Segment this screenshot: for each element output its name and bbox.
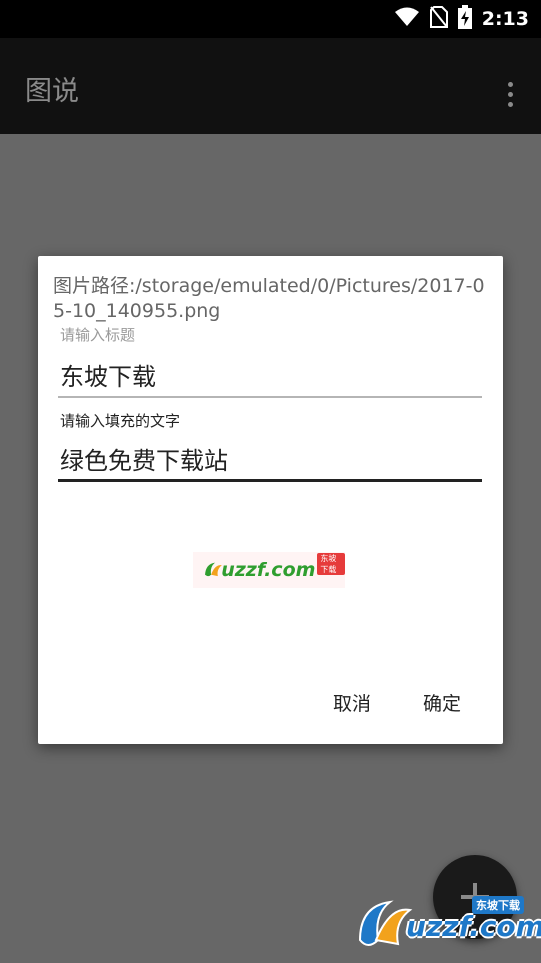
overflow-menu-icon[interactable] xyxy=(499,78,521,110)
watermark-text: uzzf.com xyxy=(406,910,541,943)
watermark-swoosh-icon xyxy=(358,900,413,946)
status-bar: 2:13 xyxy=(0,0,541,38)
preview-logo-text: uzzf.com xyxy=(221,559,316,581)
fill-text-input[interactable]: 绿色免费下载站 xyxy=(58,440,482,482)
watermark-badge: 东坡下载 xyxy=(472,896,524,914)
confirm-button[interactable]: 确定 xyxy=(423,689,461,716)
image-path-text: 图片路径:/storage/emulated/0/Pictures/2017-0… xyxy=(53,275,485,322)
preview-logo: uzzf.com 东坡下载 xyxy=(203,553,345,583)
wifi-icon xyxy=(394,7,420,31)
edit-dialog: 图片路径:/storage/emulated/0/Pictures/2017-0… xyxy=(38,256,503,744)
logo-swoosh-icon xyxy=(205,562,222,577)
image-preview: uzzf.com 东坡下载 xyxy=(193,552,345,588)
title-input[interactable]: 东坡下载 xyxy=(58,356,482,398)
status-time: 2:13 xyxy=(481,8,529,30)
app-title: 图说 xyxy=(25,76,79,107)
status-icons: 2:13 xyxy=(394,0,529,38)
battery-charging-icon xyxy=(457,5,472,33)
watermark-logo: uzzf.com 东坡下载 xyxy=(354,896,541,952)
cancel-button[interactable]: 取消 xyxy=(333,689,371,716)
preview-logo-badge: 东坡下载 xyxy=(317,553,345,575)
no-sim-icon xyxy=(429,6,448,32)
title-hint-label: 请输入标题 xyxy=(60,326,136,344)
app-bar: 图说 xyxy=(0,38,541,134)
fill-text-label: 请输入填充的文字 xyxy=(60,412,181,430)
dialog-actions: 取消 确定 xyxy=(333,689,461,716)
